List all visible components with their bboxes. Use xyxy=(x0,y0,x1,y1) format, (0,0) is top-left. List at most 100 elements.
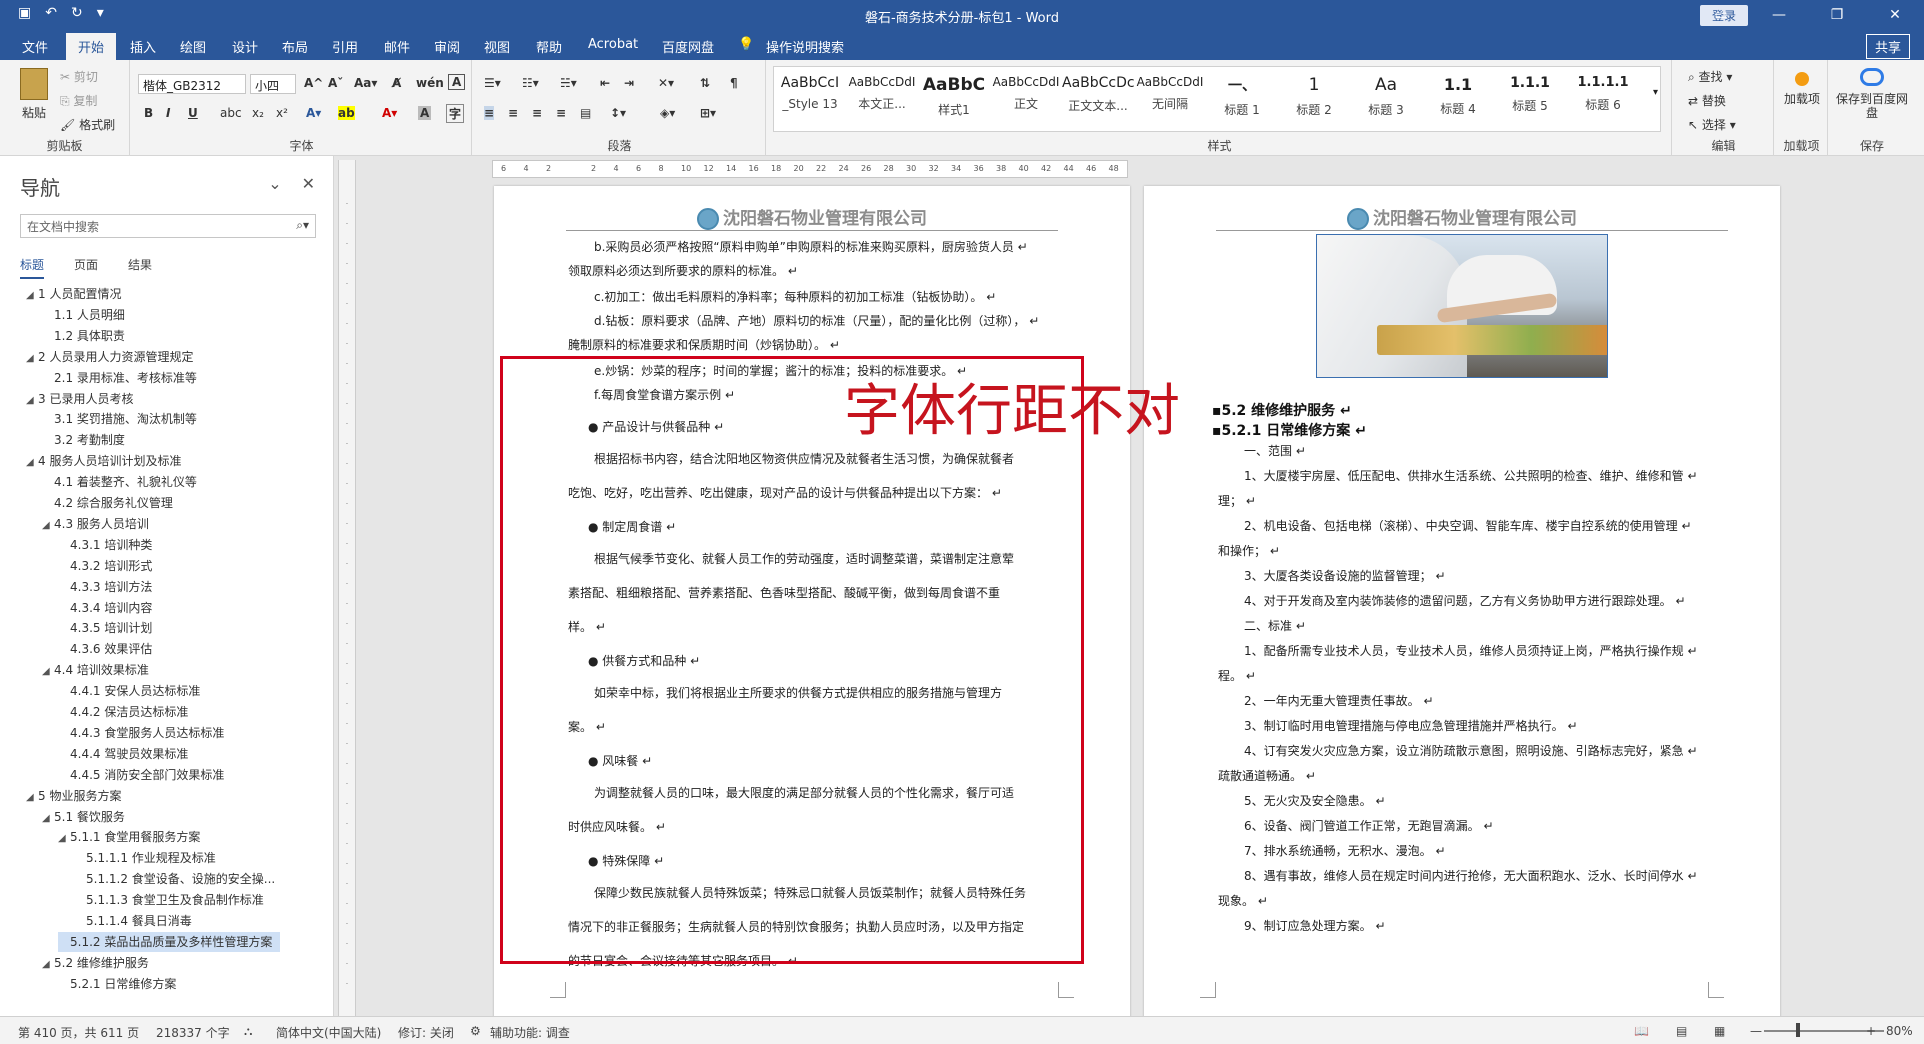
nav-heading-item[interactable]: 5.1.1.3 食堂卫生及食品制作标准 xyxy=(74,890,264,910)
select-button[interactable]: ↖ 选择 ▾ xyxy=(1688,116,1736,133)
collapse-triangle-icon[interactable]: ◢ xyxy=(26,788,38,808)
web-layout-icon[interactable]: ▦ xyxy=(1714,1024,1725,1038)
style-item[interactable]: AaBbC 样式1 xyxy=(918,67,990,131)
addins-button[interactable]: 加载项 xyxy=(1784,68,1820,106)
shrink-font-icon[interactable]: Aˇ xyxy=(328,76,343,90)
tab-layout[interactable]: 布局 xyxy=(282,37,308,56)
tab-home[interactable]: 开始 xyxy=(66,33,117,63)
superscript-icon[interactable]: x² xyxy=(276,106,288,120)
collapse-triangle-icon[interactable]: ◢ xyxy=(26,391,38,411)
nav-heading-item[interactable]: 4.3.4 培训内容 xyxy=(58,598,152,618)
tell-me-search[interactable]: 操作说明搜索 xyxy=(766,37,844,56)
zoom-level[interactable]: 80% xyxy=(1886,1024,1913,1038)
grow-font-icon[interactable]: A^ xyxy=(304,76,323,90)
font-color-icon[interactable]: A▾ xyxy=(382,106,397,120)
nav-heading-item[interactable]: 2.1 录用标准、考核标准等 xyxy=(42,368,197,388)
style-item[interactable]: AaBbCcDc 正文文本... xyxy=(1062,67,1134,131)
nav-heading-item[interactable]: 5.1.2 菜品出品质量及多样性管理方案 xyxy=(58,931,281,952)
char-shading-icon[interactable]: A xyxy=(418,106,432,120)
proofing-icon[interactable]: ⛬ xyxy=(244,1024,252,1039)
distributed-icon[interactable]: ▤ xyxy=(580,106,591,120)
phonetic-icon[interactable]: wén xyxy=(416,76,444,90)
bold-icon[interactable]: B xyxy=(144,106,153,120)
underline-icon[interactable]: U xyxy=(188,106,198,120)
collapse-triangle-icon[interactable]: ◢ xyxy=(42,516,54,536)
borders-icon[interactable]: ⊞▾ xyxy=(700,106,716,120)
nav-heading-item[interactable]: 5.1.1.1 作业规程及标准 xyxy=(74,848,216,868)
nav-heading-item[interactable]: 3.2 考勤制度 xyxy=(42,430,125,450)
tab-help[interactable]: 帮助 xyxy=(536,37,562,56)
tab-mailings[interactable]: 邮件 xyxy=(384,37,410,56)
italic-icon[interactable]: I xyxy=(166,106,170,120)
replace-button[interactable]: ⇄ 替换 xyxy=(1688,92,1726,109)
decrease-indent-icon[interactable]: ⇤ xyxy=(600,76,610,90)
collapse-triangle-icon[interactable]: ◢ xyxy=(42,955,54,975)
nav-heading-item[interactable]: 1.1 人员明细 xyxy=(42,305,125,325)
style-item[interactable]: 1.1.1.1 标题 6 xyxy=(1566,67,1640,131)
strikethrough-icon[interactable]: abc xyxy=(220,106,242,120)
style-item[interactable]: 1.1.1 标题 5 xyxy=(1494,67,1566,131)
subscript-icon[interactable]: x₂ xyxy=(252,106,264,120)
align-right-icon[interactable]: ≡ xyxy=(532,106,542,120)
nav-heading-item[interactable]: 4.4.4 驾驶员效果标准 xyxy=(58,744,188,764)
close-icon[interactable]: ✕ xyxy=(1866,0,1924,30)
style-item[interactable]: AaBbCcDdI 正文 xyxy=(990,67,1062,131)
style-item[interactable]: Aa 标题 3 xyxy=(1350,67,1422,131)
nav-tab-results[interactable]: 结果 xyxy=(128,256,152,279)
nav-heading-item[interactable]: 1.2 具体职责 xyxy=(42,326,125,346)
tab-draw[interactable]: 绘图 xyxy=(180,37,206,56)
align-center-icon[interactable]: ≡ xyxy=(508,106,518,120)
copy-button[interactable]: ⎘ 复制 xyxy=(60,92,97,109)
nav-heading-item[interactable]: 4.4.1 安保人员达标标准 xyxy=(58,681,200,701)
paste-button[interactable]: 粘贴 xyxy=(14,68,54,121)
nav-heading-item[interactable]: 4.3.2 培训形式 xyxy=(58,556,152,576)
nav-heading-item[interactable]: ◢ 4.3 服务人员培训 xyxy=(42,514,149,534)
multilevel-list-icon[interactable]: ☵▾ xyxy=(560,76,577,90)
nav-heading-item[interactable]: ◢ 1 人员配置情况 xyxy=(26,284,121,304)
minimize-icon[interactable]: — xyxy=(1750,0,1808,30)
nav-heading-item[interactable]: 4.2 综合服务礼仪管理 xyxy=(42,493,173,513)
tab-references[interactable]: 引用 xyxy=(332,37,358,56)
collapse-triangle-icon[interactable]: ◢ xyxy=(26,349,38,369)
nav-options-icon[interactable]: ⌄ xyxy=(268,174,281,193)
text-effects-icon[interactable]: A▾ xyxy=(306,106,321,120)
nav-heading-item[interactable]: 5.1.1.2 食堂设备、设施的安全操... xyxy=(74,869,275,889)
tab-file[interactable]: 文件 xyxy=(22,37,48,56)
nav-heading-item[interactable]: 4.3.1 培训种类 xyxy=(58,535,152,555)
clear-format-icon[interactable]: A̸ xyxy=(392,76,401,90)
tab-acrobat[interactable]: Acrobat xyxy=(588,37,638,52)
style-item[interactable]: AaBbCcDdI 本文正... xyxy=(846,67,918,131)
save-baidu-button[interactable]: 保存到百度网盘 xyxy=(1834,68,1910,120)
nav-heading-item[interactable]: 4.1 着装整齐、礼貌礼仪等 xyxy=(42,472,197,492)
nav-search-input[interactable]: 在文档中搜索 ⌕▾ xyxy=(20,214,316,238)
chinese-layout-icon[interactable]: ✕▾ xyxy=(658,76,674,90)
nav-heading-item[interactable]: 4.3.6 效果评估 xyxy=(58,639,152,659)
nav-heading-item[interactable]: 4.4.5 消防安全部门效果标准 xyxy=(58,765,224,785)
change-case-icon[interactable]: Aa▾ xyxy=(354,76,377,90)
nav-heading-item[interactable]: 4.4.2 保洁员达标标准 xyxy=(58,702,188,722)
accessibility-status[interactable]: 辅助功能: 调查 xyxy=(490,1024,570,1041)
format-painter-button[interactable]: 🖌 格式刷 xyxy=(60,116,115,133)
find-button[interactable]: ⌕ 查找 ▾ xyxy=(1688,68,1732,85)
nav-heading-item[interactable]: ◢ 5.1.1 食堂用餐服务方案 xyxy=(58,827,200,847)
nav-tab-headings[interactable]: 标题 xyxy=(20,256,45,279)
font-size-combo[interactable]: 小四 xyxy=(250,74,296,94)
nav-heading-item[interactable]: 3.1 奖罚措施、淘汰机制等 xyxy=(42,409,197,429)
align-left-icon[interactable]: ≡ xyxy=(484,106,495,120)
horizontal-ruler[interactable]: 6 4 2 2 4 6 8 10 12 14 16 18 20 22 24 26 28 30 32 34 36 38 40 4… xyxy=(492,160,1128,178)
word-count[interactable]: 218337 个字 xyxy=(156,1024,230,1041)
language-indicator[interactable]: 简体中文(中国大陆) xyxy=(276,1024,381,1041)
nav-heading-item[interactable]: 4.4.3 食堂服务人员达标标准 xyxy=(58,723,224,743)
share-button[interactable]: 共享 xyxy=(1865,34,1910,59)
kitchen-photo[interactable] xyxy=(1316,234,1608,378)
ribbon-display-icon[interactable]: ▭ xyxy=(1692,0,1750,30)
char-border-icon[interactable]: A xyxy=(448,74,466,90)
nav-tab-pages[interactable]: 页面 xyxy=(74,256,98,279)
nav-heading-item[interactable]: ◢ 3 已录用人员考核 xyxy=(26,389,133,409)
nav-heading-item[interactable]: 4.3.3 培训方法 xyxy=(58,577,152,597)
font-name-combo[interactable]: 楷体_GB2312 xyxy=(138,74,246,94)
zoom-out-icon[interactable]: — xyxy=(1750,1024,1762,1038)
collapse-triangle-icon[interactable]: ◢ xyxy=(42,809,54,829)
show-marks-icon[interactable]: ¶ xyxy=(730,76,738,90)
increase-indent-icon[interactable]: ⇥ xyxy=(624,76,634,90)
